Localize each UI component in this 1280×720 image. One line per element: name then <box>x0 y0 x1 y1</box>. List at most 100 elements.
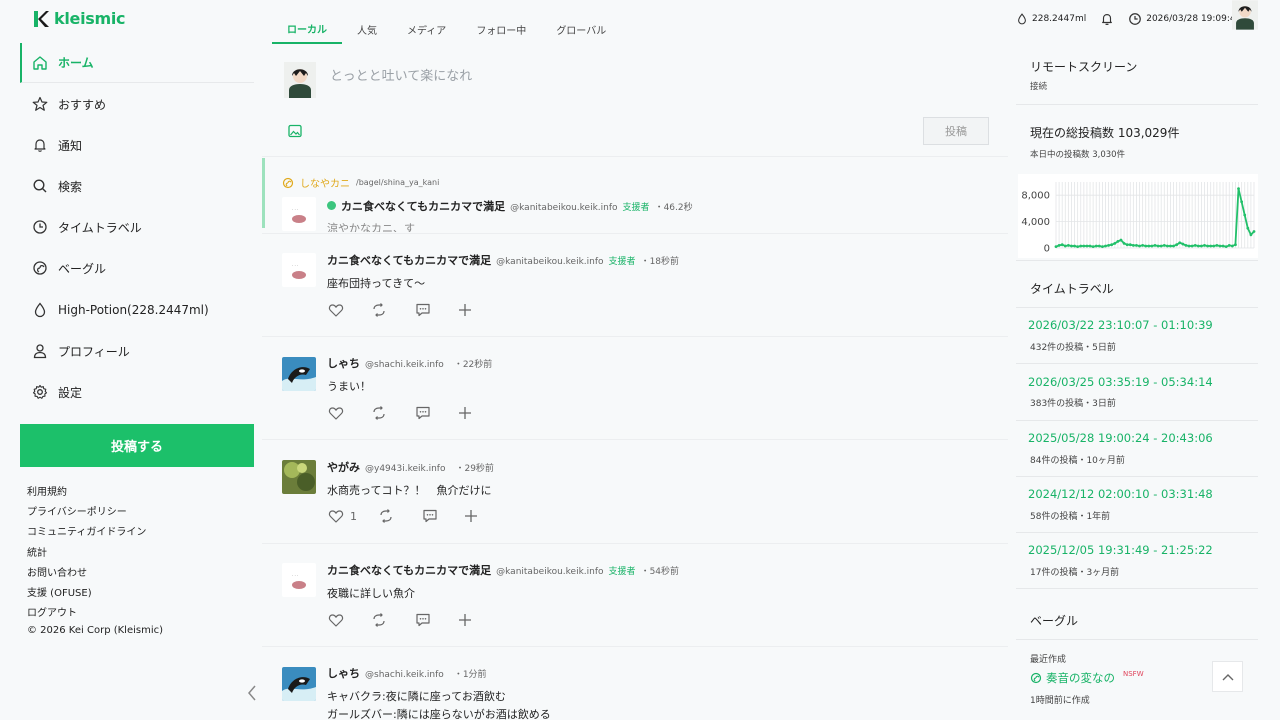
avatar[interactable]: · · · <box>282 197 316 231</box>
like-button[interactable]: 1 <box>328 508 378 524</box>
comment-icon <box>416 303 430 317</box>
divider <box>1016 588 1258 589</box>
reply-button[interactable] <box>422 508 464 524</box>
timetravel-entry-range[interactable]: 2026/03/25 03:35:19 - 05:34:14 <box>1028 375 1213 389</box>
compose-submit-button[interactable]: 投稿 <box>923 117 989 145</box>
footer-link-stats[interactable]: 統計 <box>27 544 47 559</box>
sidebar-item-profile[interactable]: プロフィール <box>20 331 254 371</box>
tab-popular[interactable]: 人気 <box>342 14 392 44</box>
timetravel-entry-range[interactable]: 2024/12/12 02:00:10 - 03:31:48 <box>1028 487 1213 501</box>
sidebar-item-timetravel[interactable]: タイムトラベル <box>20 207 254 247</box>
post-handle[interactable]: @y4943i.keik.info <box>365 464 445 474</box>
more-button[interactable] <box>458 613 472 627</box>
post-author[interactable]: カニ食べなくてもカニカマで満足 <box>341 198 505 214</box>
divider <box>262 439 1008 440</box>
person-icon <box>33 344 47 359</box>
attach-image-button[interactable] <box>288 124 302 138</box>
chart-point <box>1156 244 1160 248</box>
create-post-button[interactable]: 投稿する <box>20 424 254 467</box>
timetravel-entry-range[interactable]: 2025/12/05 19:31:49 - 21:25:22 <box>1028 543 1213 557</box>
post-handle[interactable]: @kanitabeikou.keik.info <box>510 203 617 213</box>
chart-point <box>1209 244 1213 248</box>
chart-point <box>1101 245 1104 249</box>
post-author[interactable]: カニ食べなくてもカニカマで満足 <box>327 252 491 268</box>
sidebar-item-recommended[interactable]: おすすめ <box>20 84 254 124</box>
post-author[interactable]: しゃち <box>327 665 360 681</box>
tab-following[interactable]: フォロー中 <box>461 14 541 44</box>
repost-button[interactable] <box>378 508 422 524</box>
sidebar-item-search[interactable]: 検索 <box>20 166 254 206</box>
timetravel-entry-range[interactable]: 2025/05/28 19:00:24 - 20:43:06 <box>1028 431 1213 445</box>
chart-point <box>1221 244 1225 248</box>
sidebar-item-high-potion[interactable]: High-Potion(228.2447ml) <box>20 290 254 330</box>
footer-link-guidelines[interactable]: コミュニティガイドライン <box>27 523 146 538</box>
avatar[interactable] <box>282 460 316 494</box>
footer-link-contact[interactable]: お問い合わせ <box>27 564 87 579</box>
chart-point <box>1150 244 1154 248</box>
bell-icon[interactable] <box>1100 12 1114 26</box>
post-author[interactable]: やがみ <box>327 459 360 475</box>
divider <box>1016 104 1258 105</box>
post-handle[interactable]: @shachi.keik.info <box>365 360 444 370</box>
avatar[interactable]: · · · <box>282 253 316 287</box>
tab-media[interactable]: メディア <box>392 14 461 44</box>
post-handle[interactable]: @kanitabeikou.keik.info <box>496 257 603 267</box>
today-posts: 本日中の投稿数 3,030件 <box>1030 150 1126 160</box>
reply-button[interactable] <box>415 612 458 628</box>
clock-icon <box>1129 13 1142 25</box>
sidebar-item-label: プロフィール <box>58 344 130 359</box>
scroll-to-top-button[interactable] <box>1212 661 1243 692</box>
post-author[interactable]: しゃち <box>327 355 360 371</box>
collapse-sidebar-button[interactable] <box>247 684 257 702</box>
reply-button[interactable] <box>415 405 458 421</box>
logo[interactable]: kleismic <box>32 9 126 28</box>
like-button[interactable] <box>328 405 371 421</box>
chart-point <box>1175 243 1179 247</box>
remote-screen-status[interactable]: 接続 <box>1030 80 1047 92</box>
compose-input[interactable]: とっとと吐いて楽になれ <box>330 65 472 84</box>
footer-link-terms[interactable]: 利用規約 <box>27 483 67 498</box>
avatar[interactable] <box>282 357 316 391</box>
footer-link-support[interactable]: 支援 (OFUSE) <box>27 584 92 599</box>
post-body: 夜職に詳しい魚介 <box>327 587 415 600</box>
post-header: しゃち @shachi.keik.info ・22秒前 <box>327 355 492 371</box>
avatar[interactable] <box>1232 0 1258 30</box>
more-button[interactable] <box>458 406 472 420</box>
like-button[interactable] <box>328 302 371 318</box>
avatar[interactable] <box>282 667 316 701</box>
repost-button[interactable] <box>371 405 415 421</box>
reply-button[interactable] <box>415 302 458 318</box>
total-posts: 現在の総投稿数 103,029件 <box>1030 126 1180 140</box>
bagel-created-time: 1時間前に作成 <box>1030 696 1090 706</box>
chart-point <box>1237 187 1240 190</box>
sidebar-item-home[interactable]: ホーム <box>20 43 254 83</box>
timetravel-entry-range[interactable]: 2026/03/22 23:10:07 - 01:10:39 <box>1028 318 1213 332</box>
repost-icon <box>373 303 385 317</box>
divider <box>1016 307 1258 308</box>
post-handle[interactable]: @shachi.keik.info <box>365 670 444 680</box>
more-button[interactable] <box>458 303 472 317</box>
bagel-source[interactable]: しなやカニ /bagel/shina_ya_kani <box>282 175 439 190</box>
sidebar-item-bagel[interactable]: ベーグル <box>20 248 254 288</box>
more-button[interactable] <box>464 509 478 523</box>
chart-point <box>1203 243 1206 247</box>
like-button[interactable] <box>328 612 371 628</box>
bagel-icon <box>1030 672 1042 684</box>
tab-local[interactable]: ローカル <box>272 14 342 44</box>
sidebar-item-settings[interactable]: 設定 <box>20 372 254 412</box>
chart-point <box>1113 241 1117 245</box>
sidebar-item-notifications[interactable]: 通知 <box>20 125 254 165</box>
post-handle[interactable]: @kanitabeikou.keik.info <box>496 567 603 577</box>
avatar[interactable]: · · · <box>282 563 316 597</box>
repost-button[interactable] <box>371 302 415 318</box>
timetravel-entry-meta: 84件の投稿・10ヶ月前 <box>1030 456 1125 466</box>
repost-button[interactable] <box>371 612 415 628</box>
tab-global[interactable]: グローバル <box>541 14 621 44</box>
footer-link-privacy[interactable]: プライバシーポリシー <box>27 503 127 518</box>
footer-link-logout[interactable]: ログアウト <box>27 604 77 619</box>
droplet-icon <box>34 302 46 318</box>
bagel-recent-item[interactable]: 奏音の変なの NSFW <box>1030 670 1144 686</box>
timetravel-entry-meta: 58件の投稿・1年前 <box>1030 512 1111 522</box>
post-author[interactable]: カニ食べなくてもカニカマで満足 <box>327 562 491 578</box>
remote-screen-title: リモートスクリーン <box>1030 60 1138 74</box>
